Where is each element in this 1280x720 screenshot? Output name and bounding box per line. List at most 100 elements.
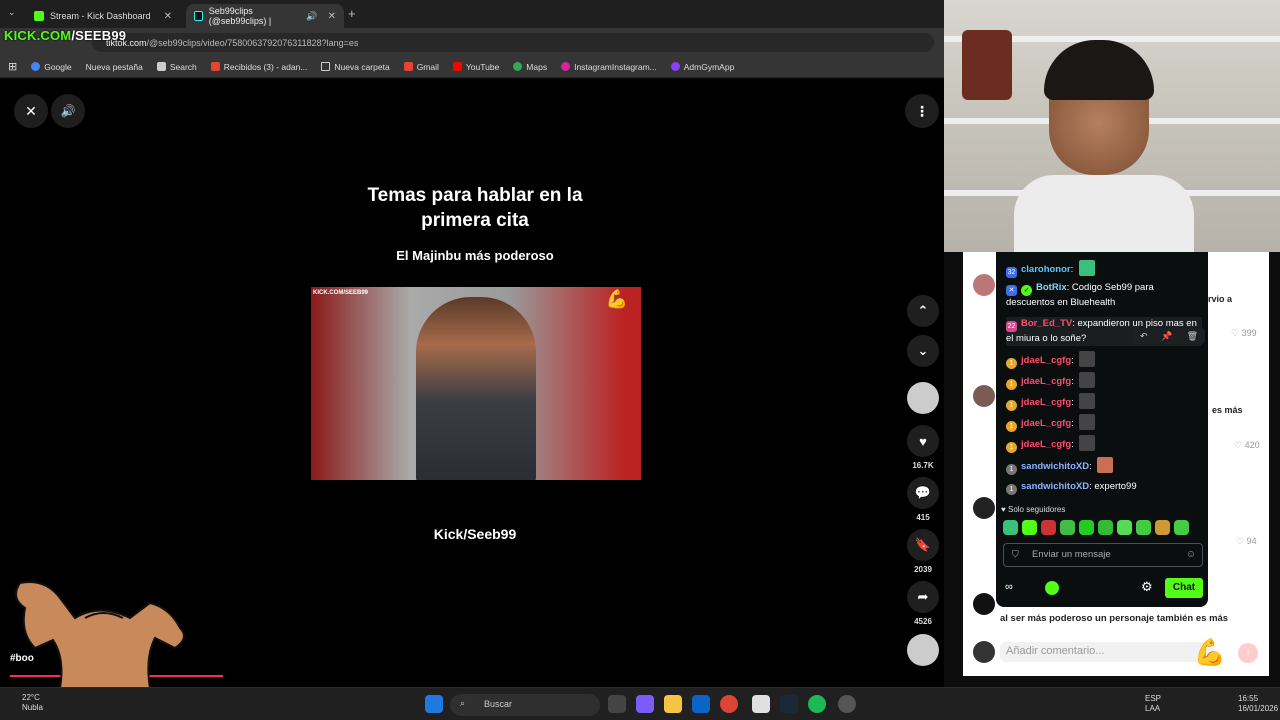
shield-icon: ⛉: [1012, 549, 1019, 559]
chat-message: 1 sandwichitoXD: experto99: [1006, 480, 1202, 495]
screen: ⌄ Stream - Kick Dashboard ✕ Seb99clips (…: [0, 0, 1280, 720]
bookmark-instagram[interactable]: InstagramInstagram...: [561, 62, 657, 72]
url-path: /@seb99clips/video/7580063792076311828?l…: [146, 37, 359, 48]
emote-icon[interactable]: [1174, 520, 1189, 535]
emoji-icon[interactable]: ☺: [1186, 549, 1196, 560]
search-icon: ⌕: [460, 698, 466, 708]
comment-button[interactable]: 💬 415: [903, 477, 943, 522]
start-icon[interactable]: [425, 695, 443, 713]
comment-like-count[interactable]: ♡ 94: [1236, 536, 1257, 547]
delete-icon[interactable]: 🗑: [1187, 331, 1198, 342]
bot-badge-icon: ✕: [1006, 285, 1017, 296]
sub-badge-icon: 1: [1006, 442, 1017, 453]
emote-quick-bar: [1003, 520, 1189, 535]
pin-icon[interactable]: 📌: [1161, 331, 1172, 342]
taskbar-search[interactable]: Buscar ⌕: [450, 694, 600, 716]
emote-icon[interactable]: [1136, 520, 1151, 535]
boot-shape: [962, 30, 1012, 100]
emote-icon[interactable]: [1003, 520, 1018, 535]
apps-grid-icon[interactable]: ⊞: [8, 60, 17, 73]
sub-badge-icon: 1: [1006, 484, 1017, 495]
emote-icon: [1078, 260, 1095, 276]
close-tab-icon[interactable]: ✕: [328, 11, 336, 22]
video-title: Temas para hablar en la primera cita: [367, 185, 583, 231]
tab-list-chevron-icon[interactable]: ⌄: [8, 7, 16, 18]
avatar[interactable]: [973, 593, 995, 615]
file-explorer-icon[interactable]: [664, 695, 682, 713]
language-indicator[interactable]: ESP LAA: [1145, 694, 1161, 714]
bookmark-icon: 🔖: [907, 529, 939, 561]
emote-icon[interactable]: [1098, 520, 1113, 535]
comment-like-count[interactable]: ♡ 399: [1231, 328, 1257, 339]
speaker-icon[interactable]: 🔊: [306, 11, 317, 22]
music-avatar[interactable]: [903, 634, 943, 670]
bookmark-folder[interactable]: Nueva carpeta: [321, 62, 390, 72]
emote-icon[interactable]: [1041, 520, 1056, 535]
app-icon[interactable]: [752, 695, 770, 713]
url-field[interactable]: tiktok.com /@seb99clips/video/7580063792…: [92, 33, 934, 52]
tab-tiktok[interactable]: Seb99clips (@seb99clips) | 🔊 ✕: [186, 4, 344, 28]
share-count: 4526: [914, 617, 932, 626]
emote-icon[interactable]: [1117, 520, 1132, 535]
chat-message: 1 jdaeL_cgfg:: [1006, 372, 1202, 390]
reply-icon[interactable]: ↶: [1140, 331, 1148, 342]
bookmark-admgymapp[interactable]: AdmGymApp: [670, 62, 734, 72]
emote-icon[interactable]: [1022, 520, 1037, 535]
chat-send-button[interactable]: Chat: [1165, 578, 1203, 598]
save-count: 2039: [914, 565, 932, 574]
streamer-shirt: [1014, 175, 1194, 252]
copilot-icon[interactable]: [636, 695, 654, 713]
save-button[interactable]: 🔖 2039: [903, 529, 943, 574]
next-video-button[interactable]: ⌄: [903, 335, 943, 371]
new-tab-plus-icon[interactable]: +: [348, 6, 356, 21]
steam-icon[interactable]: [780, 695, 798, 713]
comment-like-count[interactable]: ♡ 420: [1234, 440, 1260, 451]
bookmark-maps[interactable]: Maps: [513, 62, 547, 72]
chat-footer: ∞ ⚙ Chat: [1003, 578, 1203, 598]
webcam-feed: [944, 0, 1280, 252]
windows-taskbar: 22°C Nubla Buscar ⌕ ESP LAA 16:55 16/01/2026: [0, 687, 1280, 720]
emote-icon: [1079, 351, 1096, 367]
avatar[interactable]: [973, 385, 995, 407]
comment-count: 415: [916, 513, 930, 522]
weather-widget[interactable]: 22°C Nubla: [22, 693, 43, 713]
avatar[interactable]: [973, 497, 995, 519]
streamer-hair: [1044, 40, 1154, 100]
gear-icon[interactable]: ⚙: [1141, 579, 1153, 595]
task-view-icon[interactable]: [608, 695, 626, 713]
bookmark-search[interactable]: Search: [156, 62, 197, 72]
emote-icon[interactable]: [1060, 520, 1075, 535]
close-icon[interactable]: ✕: [14, 94, 48, 128]
chat-message: 1 jdaeL_cgfg:: [1006, 435, 1202, 453]
obs-icon[interactable]: [838, 695, 856, 713]
music-disc-icon: [907, 634, 939, 666]
volume-icon[interactable]: 🔊: [51, 94, 85, 128]
emote-icon[interactable]: [1155, 520, 1170, 535]
bookmark-inbox[interactable]: Recibidos (3) - adan...: [210, 62, 307, 72]
previous-video-button[interactable]: ⌃: [903, 295, 943, 331]
clock[interactable]: 16:55 16/01/2026: [1238, 694, 1278, 714]
video-subtitle: El Majinbu más poderoso: [396, 248, 554, 263]
points-icon[interactable]: ∞: [1005, 581, 1013, 593]
chat-message-input[interactable]: Enviar un mensaje ⛉ ☺: [1003, 543, 1203, 567]
chevron-up-icon: ⌃: [907, 295, 939, 327]
kick-icon[interactable]: [1045, 581, 1059, 595]
bookmark-youtube[interactable]: YouTube: [452, 62, 499, 72]
chrome-icon[interactable]: [720, 695, 738, 713]
bookmark-gmail[interactable]: Gmail: [403, 62, 439, 72]
more-options-icon[interactable]: ⋮: [905, 94, 939, 128]
video-frame[interactable]: KICK.COM/SEEB99 💪: [311, 287, 641, 480]
emote-icon[interactable]: [1079, 520, 1094, 535]
like-button[interactable]: ♥ 16.7K: [903, 425, 943, 470]
close-tab-icon[interactable]: ✕: [164, 11, 172, 22]
tab-kick-dashboard[interactable]: Stream - Kick Dashboard ✕: [26, 4, 180, 28]
bookmark-new-tab[interactable]: Nueva pestaña: [86, 62, 143, 72]
spotify-icon[interactable]: [808, 695, 826, 713]
kick-favicon-icon: [34, 11, 44, 21]
share-button[interactable]: ➦ 4526: [903, 581, 943, 626]
bookmark-google[interactable]: Google: [31, 62, 72, 72]
creator-avatar[interactable]: [903, 382, 943, 418]
avatar[interactable]: [973, 274, 995, 296]
video-watermark: KICK.COM/SEEB99: [313, 290, 369, 296]
store-icon[interactable]: [692, 695, 710, 713]
